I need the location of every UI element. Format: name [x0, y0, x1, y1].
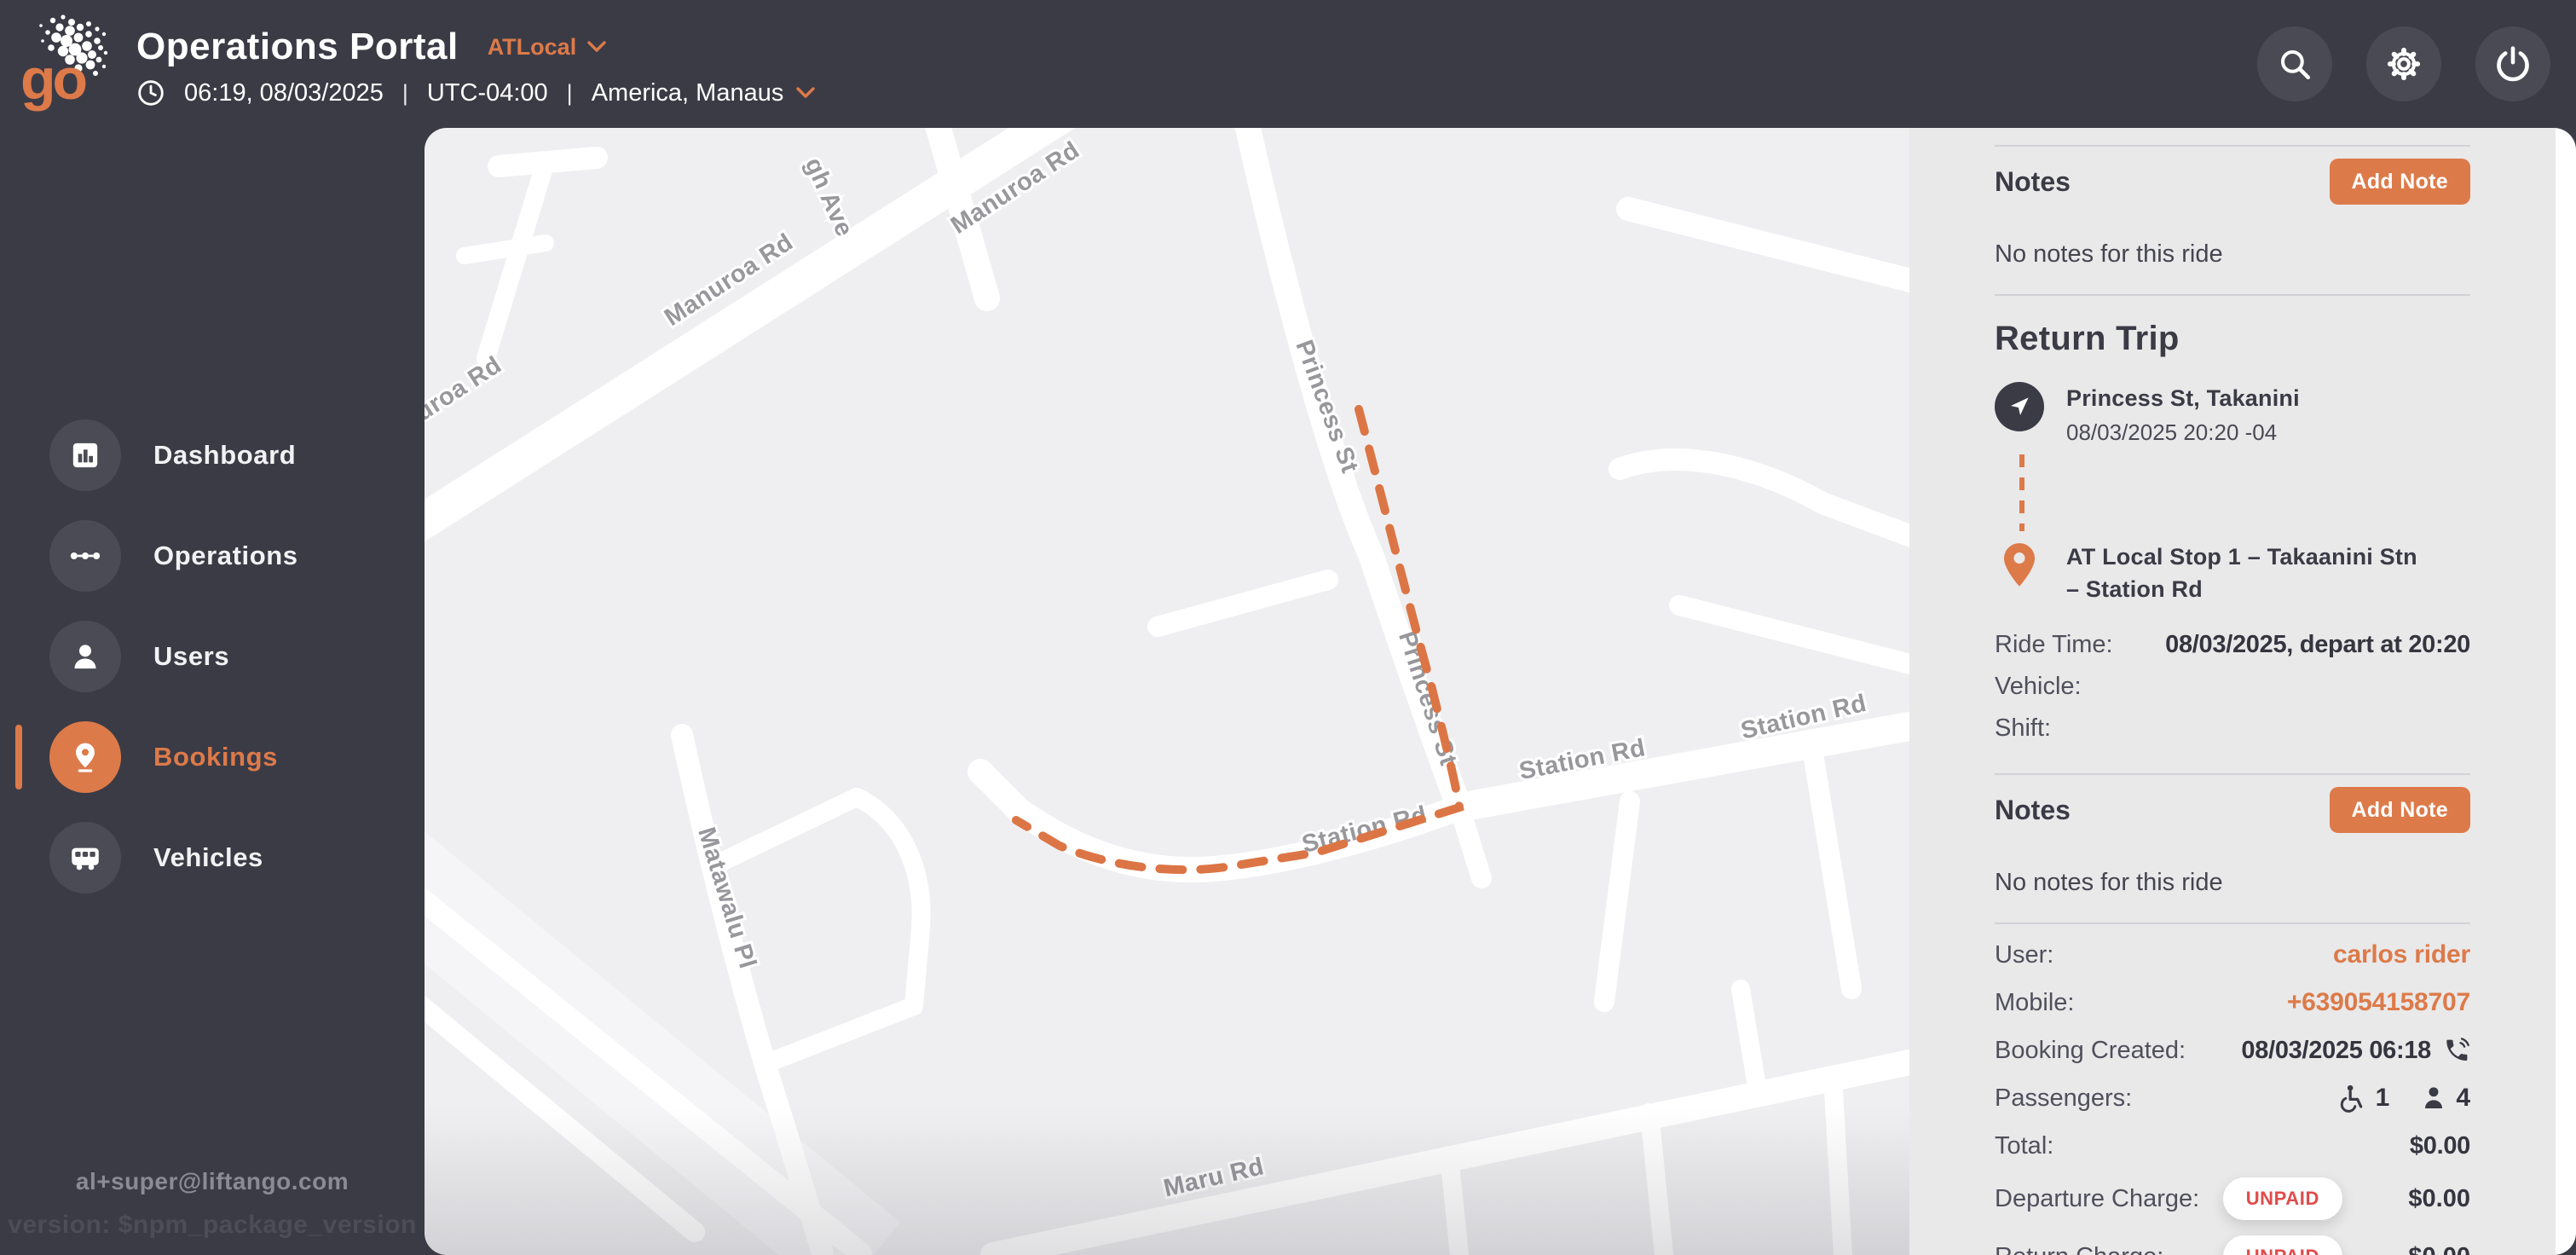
shift-label: Shift:: [1995, 714, 2052, 742]
dashboard-icon: [49, 419, 121, 491]
page-title: Operations Portal: [136, 26, 459, 67]
destination-stop: AT Local Stop 1 – Takaanini Stn – Statio…: [1995, 541, 2470, 605]
return-amount: $0.00: [2342, 1243, 2470, 1255]
scrollbar[interactable]: [2556, 128, 2576, 1255]
return-status-badge: UNPAID: [2222, 1235, 2342, 1255]
booking-created-value: 08/03/2025 06:18: [2241, 1036, 2431, 1064]
vehicles-icon: [49, 822, 121, 894]
operations-icon: [49, 520, 121, 592]
divider: [1995, 922, 2470, 924]
environment-selector[interactable]: ATLocal: [488, 34, 608, 61]
content-area: gh Ave Manuroa Rd Manuroa Rd Manuroa Rd …: [425, 128, 2576, 1255]
sidebar: Dashboard Operations Users Bookings Vehi…: [0, 128, 425, 1255]
booking-created-label: Booking Created:: [1995, 1036, 2186, 1064]
search-icon: [2280, 49, 2311, 80]
wheelchair-icon: [2340, 1084, 2362, 1113]
departure-status-badge: UNPAID: [2222, 1177, 2342, 1220]
divider: [1995, 294, 2470, 296]
origin-icon: [1995, 382, 2044, 431]
notes-empty-text: No notes for this ride: [1995, 240, 2223, 268]
timezone-selector[interactable]: America, Manaus: [592, 79, 817, 107]
street-label: gh Ave: [800, 153, 858, 240]
passengers-label: Passengers:: [1995, 1084, 2133, 1112]
sidebar-item-label: Bookings: [153, 742, 279, 772]
mobile-label: Mobile:: [1995, 988, 2075, 1016]
users-icon: [49, 621, 121, 692]
origin-stop: Princess St, Takanini 08/03/2025 20:20 -…: [1995, 382, 2470, 446]
chevron-down-icon: [796, 87, 816, 98]
departure-charge-label: Departure Charge:: [1995, 1184, 2200, 1212]
add-note-button[interactable]: Add Note: [2329, 159, 2470, 205]
notes-heading: Notes: [1995, 165, 2071, 197]
gear-icon: [2387, 47, 2421, 81]
mobile-link[interactable]: +639054158707: [2287, 988, 2470, 1017]
ride-time-value: 08/03/2025, depart at 20:20: [2165, 631, 2470, 658]
timezone-label: America, Manaus: [591, 78, 784, 107]
user-link[interactable]: carlos rider: [2333, 940, 2470, 969]
bookings-icon: [49, 721, 121, 793]
total-value: $0.00: [2409, 1131, 2470, 1160]
origin-datetime: 08/03/2025 20:20 -04: [2066, 419, 2278, 445]
street-label: Manuroa Rd: [425, 351, 506, 454]
standard-count: 4: [2456, 1084, 2470, 1112]
divider: [1995, 145, 2470, 147]
sidebar-item-label: Vehicles: [153, 842, 263, 872]
map-canvas[interactable]: gh Ave Manuroa Rd Manuroa Rd Manuroa Rd …: [425, 128, 1909, 1255]
logout-button[interactable]: [2475, 26, 2550, 101]
booking-details-panel: Notes Add Note No notes for this ride Re…: [1909, 128, 2556, 1255]
separator: |: [566, 79, 573, 106]
sidebar-item-label: Dashboard: [153, 440, 297, 470]
wheelchair-count: 1: [2375, 1084, 2390, 1112]
user-label: User:: [1995, 940, 2054, 969]
phone-icon: [2446, 1038, 2469, 1061]
notes-heading: Notes: [1995, 794, 2071, 825]
sidebar-item-vehicles[interactable]: Vehicles: [0, 820, 425, 895]
sidebar-item-dashboard[interactable]: Dashboard: [0, 418, 425, 493]
route-connector: [2019, 454, 2024, 531]
origin-name: Princess St, Takanini: [2066, 385, 2300, 411]
navigation-arrow-icon: [2011, 397, 2029, 415]
search-button[interactable]: [2257, 26, 2332, 101]
map-bottom-shadow: [425, 1108, 1909, 1255]
add-note-button[interactable]: Add Note: [2329, 787, 2470, 833]
sidebar-item-label: Operations: [153, 541, 298, 570]
total-label: Total:: [1995, 1131, 2054, 1160]
map-roads: [425, 128, 1909, 1255]
user-email: al+super@liftango.com: [75, 1168, 349, 1194]
chevron-down-icon: [587, 41, 606, 52]
ride-time-label: Ride Time:: [1995, 631, 2113, 658]
svg-text:go: go: [20, 47, 86, 112]
separator: |: [401, 79, 408, 106]
sidebar-item-bookings[interactable]: Bookings: [0, 720, 425, 795]
divider: [1995, 773, 2470, 775]
vehicle-label: Vehicle:: [1995, 673, 2082, 700]
clock-icon: [138, 80, 164, 106]
utc-offset: UTC-04:00: [426, 78, 548, 107]
sidebar-item-label: Users: [153, 641, 230, 671]
return-trip-heading: Return Trip: [1995, 320, 2180, 357]
map-pin-icon: [2003, 543, 2036, 587]
destination-name: AT Local Stop 1 – Takaanini Stn – Statio…: [2066, 544, 2417, 602]
app-logo: go: [19, 9, 119, 114]
power-icon: [2497, 46, 2529, 82]
passenger-icon: [2425, 1087, 2443, 1108]
sidebar-item-users[interactable]: Users: [0, 619, 425, 694]
environment-label: ATLocal: [487, 33, 577, 60]
sidebar-item-operations[interactable]: Operations: [0, 518, 425, 593]
departure-amount: $0.00: [2408, 1184, 2470, 1212]
active-indicator: [15, 725, 22, 789]
app-header: go Operations Portal ATLocal 06:19, 08/0…: [0, 0, 2576, 128]
app-version: version: $npm_package_version: [8, 1211, 417, 1239]
return-charge-label: Return Charge:: [1995, 1243, 2163, 1255]
notes-empty-text: No notes for this ride: [1995, 869, 2223, 896]
current-time: 06:19, 08/03/2025: [184, 78, 384, 107]
settings-button[interactable]: [2366, 26, 2441, 101]
